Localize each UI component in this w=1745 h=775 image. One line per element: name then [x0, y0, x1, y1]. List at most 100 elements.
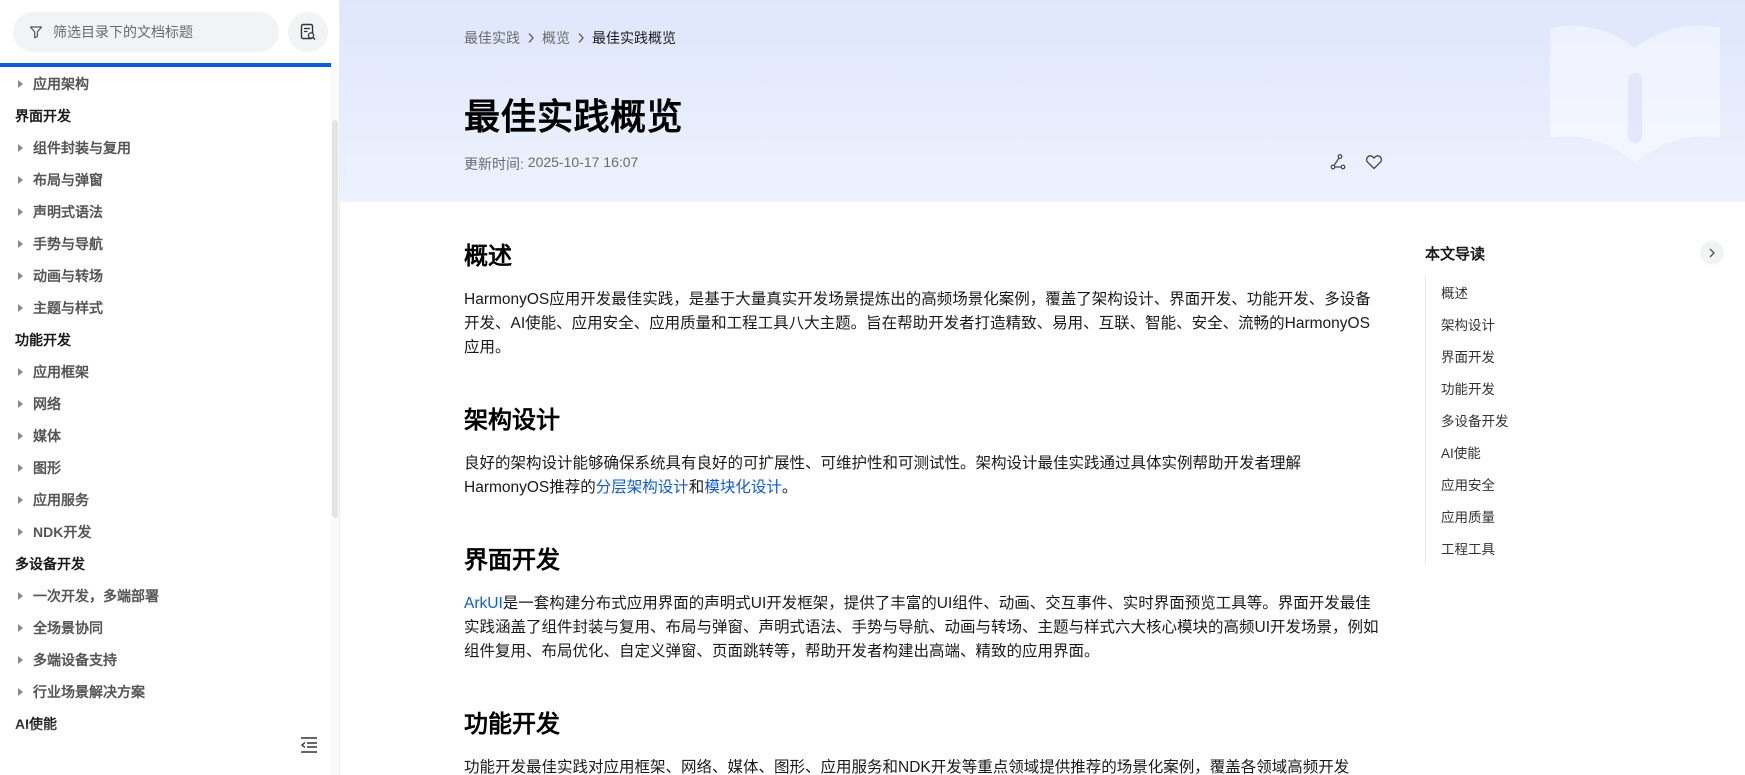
paragraph-text: 是一套构建分布式应用界面的声明式UI开发框架，提供了丰富的UI组件、动画、交互事… [464, 595, 1379, 660]
section-paragraph: 功能开发最佳实践对应用框架、网络、媒体、图形、应用服务和NDK开发等重点领域提供… [464, 759, 1350, 775]
nav-tree-item[interactable]: 手势与导航 [18, 228, 103, 260]
modular-design-link[interactable]: 模块化设计 [704, 479, 782, 496]
nav-item-label: 多端设备支持 [33, 652, 117, 668]
nav-tree-item[interactable]: 多端设备支持 [18, 644, 117, 676]
filter-icon [29, 25, 43, 39]
toc-item[interactable]: 工程工具 [1441, 532, 1495, 564]
toc-item[interactable]: 界面开发 [1441, 340, 1495, 372]
toc-item[interactable]: 功能开发 [1441, 372, 1495, 404]
breadcrumb-item-best-practice[interactable]: 最佳实践 [464, 28, 520, 48]
nav-tree-item[interactable]: 动画与转场 [18, 260, 103, 292]
nav-tree-item[interactable]: 全场景协同 [18, 612, 103, 644]
nav-tree-item[interactable]: 组件封装与复用 [18, 132, 131, 164]
toc-item[interactable]: AI使能 [1441, 436, 1481, 468]
nav-item-label: 图形 [33, 460, 61, 476]
sidebar: 应用架构界面开发组件封装与复用布局与弹窗声明式语法手势与导航动画与转场主题与样式… [0, 0, 339, 775]
expand-arrow-icon[interactable] [18, 368, 23, 376]
nav-group-label: 功能开发 [15, 332, 71, 348]
nav-item-label: 声明式语法 [33, 204, 103, 220]
toc-title: 本文导读 [1425, 246, 1486, 263]
favorite-button[interactable] [1364, 152, 1384, 172]
expand-arrow-icon[interactable] [18, 80, 23, 88]
expand-arrow-icon[interactable] [18, 592, 23, 600]
toc-toggle-button[interactable] [1700, 241, 1724, 265]
nav-item-label: 应用框架 [33, 364, 89, 380]
expand-arrow-icon[interactable] [18, 208, 23, 216]
nav-tree-item[interactable]: 声明式语法 [18, 196, 103, 228]
expand-arrow-icon[interactable] [18, 304, 23, 312]
filter-box[interactable] [13, 12, 279, 52]
page-actions [1328, 152, 1384, 172]
arkui-link[interactable]: ArkUI [464, 595, 503, 612]
section-heading: 界面开发 [464, 547, 560, 574]
chevron-right-icon [1707, 247, 1717, 259]
paragraph-text: 和 [688, 479, 705, 496]
expand-arrow-icon[interactable] [18, 240, 23, 248]
nav-item-label: 手势与导航 [33, 236, 103, 252]
expand-arrow-icon[interactable] [18, 400, 23, 408]
nav-tree-item[interactable]: 布局与弹窗 [18, 164, 103, 196]
nav-tree-item[interactable]: 应用框架 [18, 356, 89, 388]
nav-item-label: 行业场景解决方案 [33, 684, 145, 700]
nav-item-label: 媒体 [33, 428, 61, 444]
expand-arrow-icon[interactable] [18, 464, 23, 472]
nav-tree-item[interactable]: 应用架构 [18, 68, 89, 100]
toc-item[interactable]: 多设备开发 [1441, 404, 1509, 436]
nav-group-heading: 功能开发 [15, 324, 71, 356]
main-content: 最佳实践 概览 最佳实践概览 最佳实践概览 更新时间: 2025-10-17 1… [340, 0, 1745, 775]
section-architecture: 架构设计 良好的架构设计能够确保系统具有良好的可扩展性、可维护性和可测试性。架构… [464, 396, 1384, 500]
expand-arrow-icon[interactable] [18, 432, 23, 440]
share-button[interactable] [1328, 152, 1348, 172]
section-paragraph: 良好的架构设计能够确保系统具有良好的可扩展性、可维护性和可测试性。架构设计最佳实… [464, 452, 1384, 500]
nav-tree-item[interactable]: 图形 [18, 452, 61, 484]
expand-arrow-icon[interactable] [18, 528, 23, 536]
nav-group-label: 多设备开发 [15, 556, 85, 572]
nav-group-heading: 界面开发 [15, 100, 71, 132]
expand-arrow-icon[interactable] [18, 272, 23, 280]
nav-item-label: 动画与转场 [33, 268, 103, 284]
section-paragraph: ArkUI是一套构建分布式应用界面的声明式UI开发框架，提供了丰富的UI组件、动… [464, 592, 1384, 664]
nav-item-label: 组件封装与复用 [33, 140, 131, 156]
doc-search-button[interactable] [288, 12, 328, 52]
nav-item-label: 网络 [33, 396, 61, 412]
filter-input[interactable] [53, 24, 273, 40]
section-heading: 功能开发 [464, 711, 560, 738]
nav-tree-item[interactable]: 媒体 [18, 420, 61, 452]
nav-tree-item[interactable]: 一次开发，多端部署 [18, 580, 159, 612]
collapse-sidebar-button[interactable] [297, 733, 321, 757]
breadcrumb-item-overview[interactable]: 概览 [542, 28, 570, 48]
expand-arrow-icon[interactable] [18, 144, 23, 152]
expand-arrow-icon[interactable] [18, 496, 23, 504]
expand-arrow-icon[interactable] [18, 624, 23, 632]
page-title: 最佳实践概览 [464, 96, 684, 137]
paragraph-text: 良好的架构设计能够确保系统具有良好的可扩展性、可维护性和可测试性。架构设计最佳实… [464, 455, 1302, 496]
section-feature-development: 功能开发 功能开发最佳实践对应用框架、网络、媒体、图形、应用服务和NDK开发等重… [464, 700, 1384, 775]
nav-item-label: 应用服务 [33, 492, 89, 508]
chevron-right-icon [527, 32, 535, 44]
layered-architecture-link[interactable]: 分层架构设计 [596, 479, 689, 496]
toc-item[interactable]: 架构设计 [1441, 308, 1495, 340]
update-time: 更新时间: 2025-10-17 16:07 [464, 154, 638, 174]
nav-item-label: 一次开发，多端部署 [33, 588, 159, 604]
toc-item[interactable]: 应用质量 [1441, 500, 1495, 532]
section-ui-development: 界面开发 ArkUI是一套构建分布式应用界面的声明式UI开发框架，提供了丰富的U… [464, 536, 1384, 664]
section-overview: 概述 HarmonyOS应用开发最佳实践，是基于大量真实开发场景提炼出的高频场景… [464, 232, 1384, 360]
update-time-value: 2025-10-17 16:07 [527, 154, 639, 170]
nav-item-label: NDK开发 [33, 524, 92, 540]
nav-group-label: 界面开发 [15, 108, 71, 124]
sidebar-scrollbar-thumb[interactable] [332, 120, 338, 518]
toc-item[interactable]: 应用安全 [1441, 468, 1495, 500]
nav-tree-item[interactable]: 主题与样式 [18, 292, 103, 324]
toc-item[interactable]: 概述 [1441, 276, 1468, 308]
expand-arrow-icon[interactable] [18, 688, 23, 696]
update-time-label: 更新时间: [464, 156, 528, 172]
heart-icon [1364, 152, 1384, 172]
nav-tree-item[interactable]: 行业场景解决方案 [18, 676, 145, 708]
nav-tree-item[interactable]: 应用服务 [18, 484, 89, 516]
section-heading: 架构设计 [464, 407, 560, 434]
nav-tree-item[interactable]: 网络 [18, 388, 61, 420]
expand-arrow-icon[interactable] [18, 176, 23, 184]
paragraph-text: 。 [781, 479, 798, 496]
nav-tree-item[interactable]: NDK开发 [18, 516, 91, 548]
expand-arrow-icon[interactable] [18, 656, 23, 664]
